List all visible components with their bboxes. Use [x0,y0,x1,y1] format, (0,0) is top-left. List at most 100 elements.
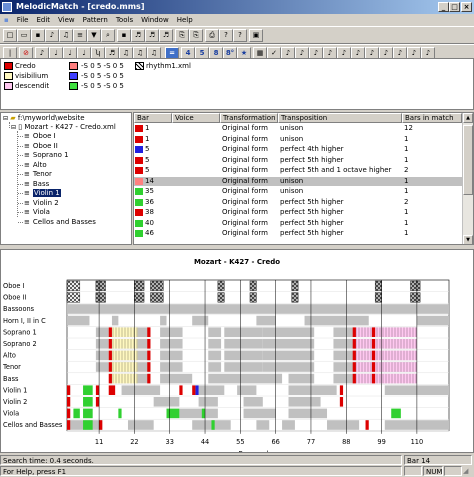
match-mark-texture [355,350,417,361]
voice-activity-block [288,397,321,407]
row-color-swatch [135,125,143,132]
tree-piece[interactable]: ⊟ ▯ Mozart - K427 - Credo.xml [11,123,116,132]
match-mark [391,408,401,419]
tree-root-folder[interactable]: ⊟ ▰ f:\myworld\website [3,114,85,123]
legend-swatch-interval-3[interactable] [69,82,78,90]
table-row[interactable]: 1 Original form unison 12 [134,124,462,133]
table-row[interactable]: 5 Original form perfect 5th higher 1 [134,156,462,165]
rhythm-match-mark [410,280,421,291]
save-results-icon[interactable]: ▪ [117,29,131,42]
cell-bars: 1 [404,208,409,216]
voice-activity-block [192,315,209,326]
column-header-bar[interactable]: Bar [134,113,172,123]
context-help-icon[interactable]: ? [233,29,247,42]
table-row[interactable]: 38 Original form perfect 5th higher 1 [134,208,462,217]
search-icon[interactable]: ⌕ [101,29,115,42]
menu-view[interactable]: View [54,14,79,26]
menu-help[interactable]: Help [173,14,197,26]
save-icon[interactable]: ▪ [31,29,45,42]
column-header-voice[interactable]: Voice [172,113,220,123]
match-mark [108,373,112,384]
x-tick-label: 99 [377,438,385,446]
table-row[interactable]: 5 Original form perfect 5th and 1 octave h… [134,166,462,175]
scroll-up-icon[interactable]: ▲ [463,113,473,123]
tree-voice-item[interactable]: ≡ Violin 1 [24,189,61,198]
match-mark [95,385,100,395]
tree-voice-item[interactable]: ≡ Violin 2 [24,199,59,208]
legend-swatch-credo[interactable] [4,62,13,70]
legend-swatch-rhythm[interactable] [135,62,144,70]
column-header-bars-in-match[interactable]: Bars in match [402,113,462,123]
tree-voice-item[interactable]: ≡ Bass [24,180,49,189]
rhythm-match-mark [249,292,257,303]
match-mark [371,327,376,337]
table-scrollbar[interactable]: ▲ ▼ [462,113,473,244]
legend-swatch-interval-2[interactable] [69,72,78,80]
legend-label-descendit: descendit [15,82,50,90]
legend-swatch-descendit[interactable] [4,82,13,90]
tree-voice-item[interactable]: ≡ Soprano 1 [24,151,69,160]
new-score-icon[interactable]: ♪ [45,29,59,42]
system-menu-icon[interactable]: ▪ [0,14,13,26]
match-chart[interactable]: Mozart - K427 - Credo Oboe I Oboe II Bassoo… [1,250,473,458]
menu-edit[interactable]: Edit [32,14,54,26]
list-icon[interactable]: ≡ [73,29,87,42]
close-button[interactable]: × [461,2,472,12]
legend-swatch-interval-1[interactable] [69,62,78,70]
rhythm-match-mark [150,280,164,291]
print-icon[interactable]: ⎙ [205,29,219,42]
table-row[interactable]: 1 Original form unison 1 [134,135,462,144]
table-row[interactable]: 5 Original form perfect 4th higher 1 [134,145,462,154]
window-icon[interactable]: ▣ [249,29,263,42]
scroll-down-icon[interactable]: ▼ [463,235,473,244]
pattern-icon-3[interactable]: ♬ [159,29,173,42]
column-header-transformation[interactable]: Transformation [220,113,278,123]
voice-label: Alto [3,352,16,360]
table-row[interactable]: 14 Original form unison 1 [134,176,462,186]
table-row[interactable]: 40 Original form perfect 5th higher 1 [134,219,462,228]
match-mark [371,350,376,361]
table-row[interactable]: 46 Original form perfect 5th higher 1 [134,229,462,238]
voice-label: Oboe I [3,282,25,290]
title-bar: MelodicMatch - [credo.mms] _ □ × [0,0,474,14]
filter-icon[interactable]: ▼ [87,29,101,42]
menu-pattern[interactable]: Pattern [79,14,112,26]
legend-swatch-visibilium[interactable] [4,72,13,80]
open-icon[interactable]: ▭ [17,29,31,42]
file-icon: ▯ [18,123,23,131]
voice-activity-block [153,397,180,407]
match-mark [352,350,356,361]
tree-voice-item[interactable]: ≡ Cellos and Basses [24,218,96,227]
help-icon[interactable]: ? [219,29,233,42]
cell-transposition: perfect 5th higher [280,208,344,216]
x-tick-label: 11 [95,438,103,446]
match-mark-texture [355,362,417,372]
match-mark [371,362,376,372]
table-row[interactable]: 35 Original form unison 1 [134,187,462,196]
new-icon[interactable]: □ [3,29,17,42]
tree-voice-item[interactable]: ≡ Oboe II [24,142,58,151]
maximize-button[interactable]: □ [449,2,460,12]
copy-icon[interactable]: ⎘ [175,29,189,42]
menu-file[interactable]: File [13,14,33,26]
column-header-transposition[interactable]: Transposition [278,113,402,123]
pattern-icon-2[interactable]: ♬ [145,29,159,42]
tree-voice-item[interactable]: ≡ Alto [24,161,47,170]
cell-transformation: Original form [222,145,268,153]
voice-activity-block [288,408,328,419]
voice-label: Oboe II [3,294,27,302]
menu-window[interactable]: Window [137,14,173,26]
menu-tools[interactable]: Tools [112,14,137,26]
pattern-icon-1[interactable]: ♬ [131,29,145,42]
cell-transposition: unison [280,134,304,143]
voice-activity-block [160,362,183,372]
open-score-icon[interactable]: ♫ [59,29,73,42]
tree-voice-item[interactable]: ≡ Oboe I [24,132,56,141]
paste-icon[interactable]: ⎘ [189,29,203,42]
minimize-button[interactable]: _ [438,2,449,12]
scroll-thumb[interactable] [463,125,473,195]
resize-grip-icon[interactable]: ◢ [463,467,473,476]
table-row[interactable]: 36 Original form perfect 5th higher 2 [134,198,462,207]
tree-voice-item[interactable]: ≡ Tenor [24,170,52,179]
tree-voice-item[interactable]: ≡ Viola [24,208,50,217]
